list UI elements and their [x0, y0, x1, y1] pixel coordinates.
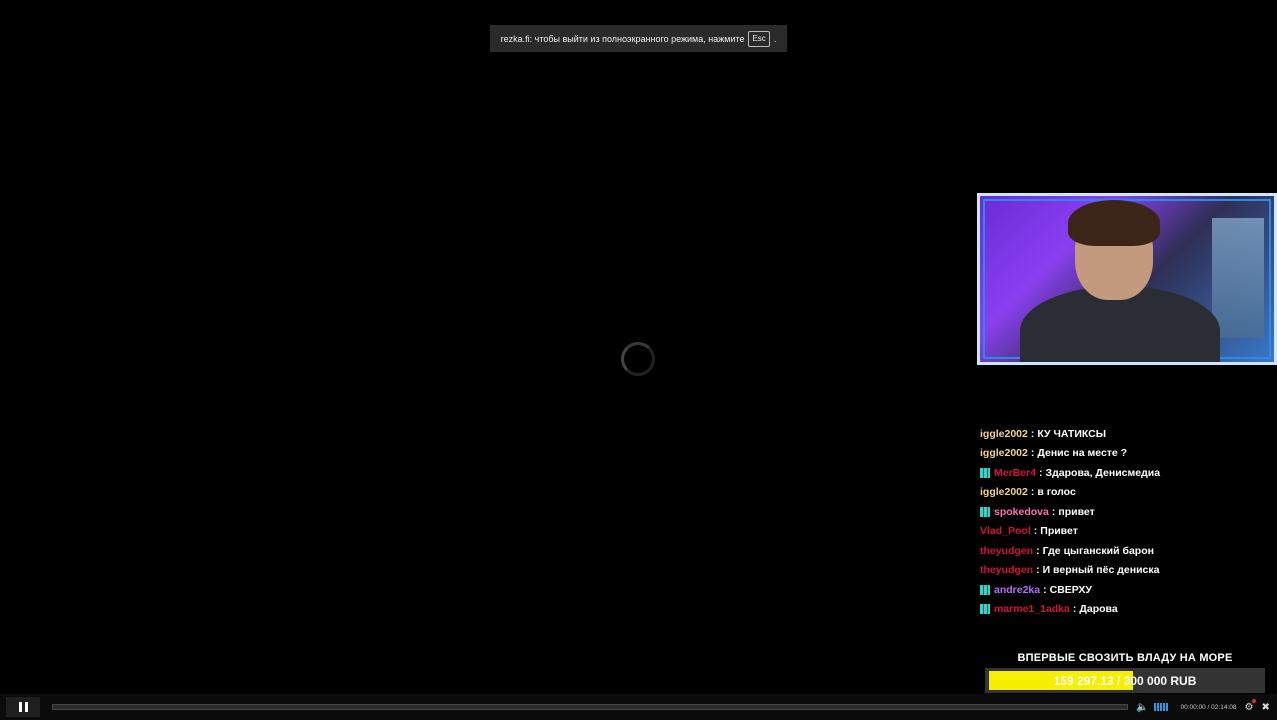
chat-message: spokedova: привет [980, 502, 1270, 522]
chat-message: MerBer4: Здарова, Денисмедиа [980, 463, 1270, 483]
subscriber-badge-icon [980, 506, 990, 517]
chat-message: iggle2002: Денис на месте ? [980, 444, 1270, 464]
fullscreen-exit-icon[interactable]: ✖ [1261, 702, 1269, 713]
volume-bar-segment [1160, 703, 1163, 711]
streamer-webcam-overlay [977, 193, 1277, 365]
webcam-background-shelf [1212, 218, 1264, 338]
seek-bar[interactable] [52, 704, 1128, 710]
chat-text: Где цыганский барон [1042, 544, 1154, 557]
chat-username: iggle2002 [980, 486, 1028, 499]
chat-message: marme1_1adka: Дарова [980, 600, 1270, 620]
chat-text: в голос [1037, 486, 1076, 499]
chat-message: iggle2002: в голос [980, 483, 1270, 503]
player-controls: 🔈 00:00:00 / 02:14:08 ⚙ ✖ [0, 694, 1277, 720]
chat-separator: : [1036, 544, 1040, 557]
loading-spinner-icon [621, 342, 655, 376]
pause-button[interactable] [6, 697, 40, 717]
esc-key-badge: Esc [748, 30, 770, 47]
subscriber-badge-icon [980, 604, 990, 615]
chat-separator: : [1043, 583, 1047, 596]
chat-text: Привет [1040, 525, 1078, 538]
donation-goal-amount: 159 297.13 / 300 000 RUB [1053, 673, 1197, 688]
volume-bar-segment [1157, 703, 1160, 711]
chat-text: привет [1058, 505, 1095, 518]
pause-icon-bar [24, 702, 28, 712]
chat-separator: : [1033, 525, 1038, 538]
chat-username: andre2ka [994, 583, 1041, 596]
settings-icon[interactable]: ⚙ [1244, 698, 1257, 713]
volume-icon[interactable]: 🔈 [1136, 702, 1148, 713]
chat-message: andre2ka: СВЕРХУ [980, 580, 1270, 600]
chat-separator: : [1030, 427, 1035, 440]
chat-username: theyudgen [980, 544, 1034, 557]
subscriber-badge-icon [980, 584, 990, 595]
donation-goal-title: ВПЕРВЫЕ СВОЗИТЬ ВЛАДУ НА МОРЕ [1017, 652, 1233, 664]
webcam-person-hair [1068, 200, 1160, 246]
volume-bar-segment [1163, 703, 1166, 711]
chat-separator: : [1030, 486, 1035, 499]
chat-username: Vlad_Pool [980, 525, 1031, 538]
chat-username: MerBer4 [994, 466, 1037, 479]
chat-message: theyudgen: Где цыганский барон [980, 541, 1270, 561]
settings-notification-dot [1252, 698, 1257, 703]
chat-text: СВЕРХУ [1049, 583, 1092, 596]
chat-separator: : [1039, 466, 1043, 479]
chat-text: Дарова [1079, 603, 1118, 616]
fullscreen-notice-text: rezka.fi: чтобы выйти из полноэкранного … [500, 33, 745, 44]
chat-text: КУ ЧАТИКСЫ [1037, 427, 1107, 440]
chat-username: iggle2002 [980, 427, 1028, 440]
volume-slider[interactable] [1154, 703, 1169, 711]
donation-goal-bar: 159 297.13 / 300 000 RUB [985, 668, 1265, 693]
donation-goal: ВПЕРВЫЕ СВОЗИТЬ ВЛАДУ НА МОРЕ 159 297.13… [985, 652, 1265, 693]
volume-bar-segment [1154, 703, 1157, 711]
pause-icon [18, 702, 22, 712]
subscriber-badge-icon [980, 467, 990, 478]
chat-message: Vlad_Pool: Привет [980, 522, 1270, 542]
chat-message: iggle2002: КУ ЧАТИКСЫ [980, 424, 1270, 444]
time-display: 00:00:00 / 02:14:08 [1180, 703, 1237, 711]
fullscreen-notice: rezka.fi: чтобы выйти из полноэкранного … [490, 25, 787, 52]
chat-separator: : [1030, 447, 1035, 460]
chat-text: Здарова, Денисмедиа [1045, 466, 1161, 479]
chat-text: Денис на месте ? [1037, 447, 1128, 460]
chat-username: theyudgen [980, 564, 1034, 577]
chat-username: marme1_1adka [994, 603, 1070, 616]
chat-overlay: iggle2002: КУ ЧАТИКСЫ iggle2002: Денис на м… [980, 424, 1270, 619]
chat-message: theyudgen: И верный пёс дениска [980, 561, 1270, 581]
volume-bar-segment [1166, 703, 1169, 711]
chat-separator: : [1051, 505, 1056, 518]
chat-text: И верный пёс дениска [1042, 564, 1160, 577]
chat-separator: : [1072, 603, 1077, 616]
chat-separator: : [1036, 564, 1040, 577]
chat-username: iggle2002 [980, 447, 1028, 460]
chat-username: spokedova [994, 505, 1049, 518]
fullscreen-notice-suffix: . [773, 33, 777, 44]
